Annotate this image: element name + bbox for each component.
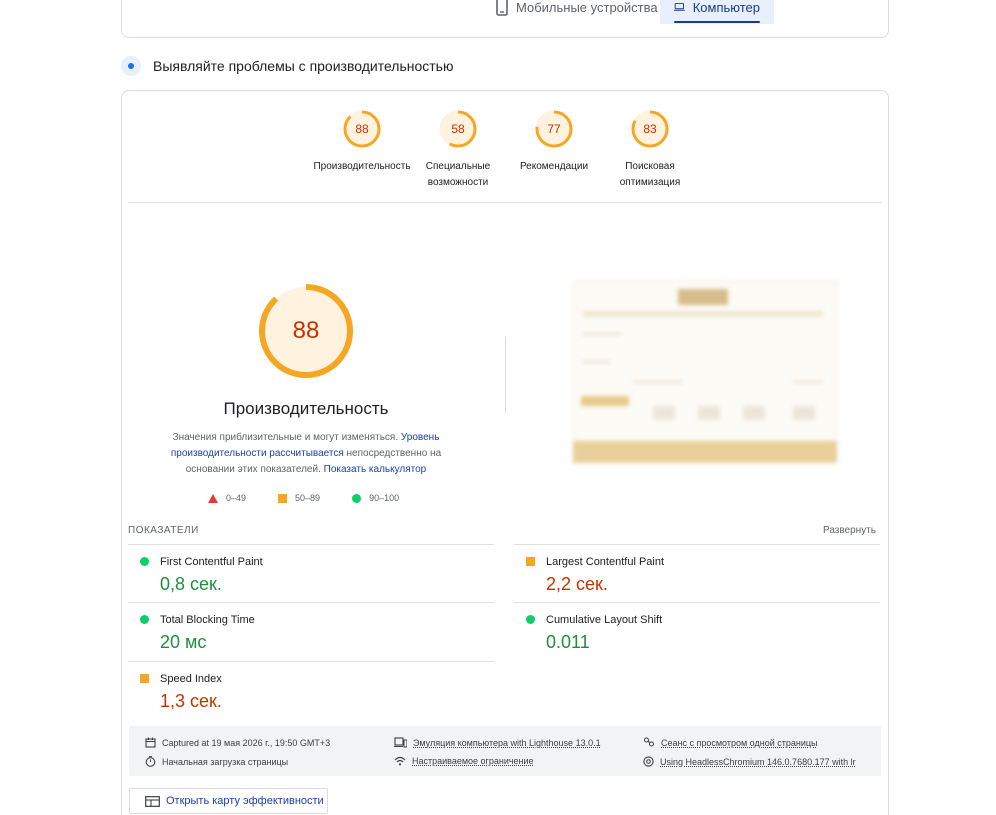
score-ring: 88 <box>342 109 382 149</box>
square-icon <box>278 493 288 503</box>
metric-name: Cumulative Layout Shift <box>546 614 663 626</box>
divider <box>128 202 882 203</box>
performance-gauge: 88 <box>256 281 356 381</box>
metric-fcp: First Contentful Paint 0,8 сек. <box>128 544 494 602</box>
tab-desktop[interactable]: Компьютер <box>660 0 774 24</box>
legend-good: 90–100 <box>352 493 399 503</box>
info-session[interactable]: Сеанс с просмотром одной страницы <box>643 737 818 748</box>
metric-name: Speed Index <box>160 673 222 685</box>
legend-poor: 0–49 <box>208 493 246 503</box>
laptop-icon <box>674 2 685 11</box>
active-tab-indicator <box>674 21 760 23</box>
vertical-divider <box>505 337 506 413</box>
diagnose-icon <box>121 56 141 76</box>
metric-value: 0.011 <box>546 632 590 652</box>
info-initial-load-text: Начальная загрузка страницы <box>162 756 289 767</box>
circle-icon <box>352 493 362 503</box>
score-ring: 83 <box>630 109 670 149</box>
good-status-icon <box>140 557 149 566</box>
info-emulation-text: Эмуляция компьютера with Lighthouse 13.0… <box>413 737 601 748</box>
wifi-icon <box>394 756 406 766</box>
desc-text: Значения приблизительные и могут изменят… <box>172 432 401 443</box>
metric-cls: Cumulative Layout Shift 0.011 <box>514 602 880 660</box>
section-title: Выявляйте проблемы с производительностью <box>153 58 454 74</box>
metric-value: 0,8 сек. <box>160 574 222 594</box>
tab-mobile[interactable]: Мобильные устройства <box>482 0 672 24</box>
device-tabs: Мобильные устройства Компьютер <box>121 0 889 38</box>
open-treemap-label: Открыть карту эффективности <box>166 795 324 807</box>
legend-good-label: 90–100 <box>369 493 400 503</box>
legend-average: 50–89 <box>278 493 320 503</box>
gauge-label-2: оптимизация <box>619 177 681 188</box>
metric-name: Largest Contentful Paint <box>546 556 665 568</box>
info-throttling-text: Настраиваемое ограничение <box>412 756 534 766</box>
info-captured-text: Captured at 19 мая 2026 г., 19:50 GMT+3 <box>162 737 331 748</box>
people-icon <box>644 737 654 747</box>
legend-poor-label: 0–49 <box>226 493 247 503</box>
gauge-seo[interactable]: 83 Поисковая оптимизация <box>590 109 710 191</box>
metric-tbt: Total Blocking Time 20 мс <box>128 602 494 660</box>
score-value: 83 <box>643 122 657 136</box>
score-value: 58 <box>451 122 465 136</box>
info-session-text: Сеанс с просмотром одной страницы <box>661 737 818 748</box>
final-screenshot <box>573 281 837 463</box>
report-card: 88 Производительность 58 Специальные воз… <box>121 90 889 815</box>
info-browser-text: Using HeadlessChromium 146.0.7680.177 wi… <box>660 756 856 767</box>
info-emulation[interactable]: Эмуляция компьютера with Lighthouse 13.0… <box>394 737 601 748</box>
info-throttling[interactable]: Настраиваемое ограничение <box>394 756 534 766</box>
timer-icon <box>145 756 156 767</box>
score-value: 77 <box>547 122 561 136</box>
show-calculator-link[interactable]: Показать калькулятор <box>324 464 427 475</box>
section-header: Выявляйте проблемы с производительностью <box>121 56 453 76</box>
devices-icon <box>394 737 407 748</box>
smartphone-icon <box>496 0 508 16</box>
gauge-label-2: возможности <box>427 177 489 188</box>
score-ring: 58 <box>438 109 478 149</box>
triangle-icon <box>208 493 218 503</box>
score-value: 88 <box>355 122 369 136</box>
gauge-label: Поисковая <box>625 161 675 172</box>
legend-average-label: 50–89 <box>295 493 321 503</box>
average-status-icon <box>526 557 535 566</box>
expand-view-button[interactable]: Развернуть <box>823 525 876 536</box>
tab-mobile-label: Мобильные устройства <box>516 0 658 15</box>
category-gauges: 88 Производительность 58 Специальные воз… <box>122 109 888 189</box>
calendar-icon <box>145 737 156 748</box>
metrics-header: ПОКАЗАТЕЛИ <box>128 525 199 536</box>
open-treemap-button[interactable]: Открыть карту эффективности <box>129 788 328 814</box>
score-ring: 77 <box>534 109 574 149</box>
metric-value: 2,2 сек. <box>546 574 608 594</box>
info-browser[interactable]: Using HeadlessChromium 146.0.7680.177 wi… <box>643 756 856 767</box>
metric-value: 20 мс <box>160 632 207 652</box>
tab-desktop-label: Компьютер <box>692 0 760 15</box>
metric-name: First Contentful Paint <box>160 556 263 568</box>
performance-description: Значения приблизительные и могут изменят… <box>146 430 466 478</box>
chrome-icon <box>643 756 654 767</box>
runtime-info: Captured at 19 мая 2026 г., 19:50 GMT+3 … <box>129 726 881 776</box>
good-status-icon <box>526 615 535 624</box>
performance-score: 88 <box>292 317 320 344</box>
info-initial-load: Начальная загрузка страницы <box>145 756 288 767</box>
metric-name: Total Blocking Time <box>160 614 255 626</box>
info-captured: Captured at 19 мая 2026 г., 19:50 GMT+3 <box>145 737 330 748</box>
score-legend: 0–49 50–89 90–100 <box>208 493 399 503</box>
treemap-icon <box>145 795 160 807</box>
metric-value: 1,3 сек. <box>160 691 222 711</box>
average-status-icon <box>140 674 149 683</box>
metric-lcp: Largest Contentful Paint 2,2 сек. <box>514 544 880 602</box>
good-status-icon <box>140 615 149 624</box>
metric-si: Speed Index 1,3 сек. <box>128 661 494 719</box>
performance-title: Производительность <box>223 399 389 418</box>
